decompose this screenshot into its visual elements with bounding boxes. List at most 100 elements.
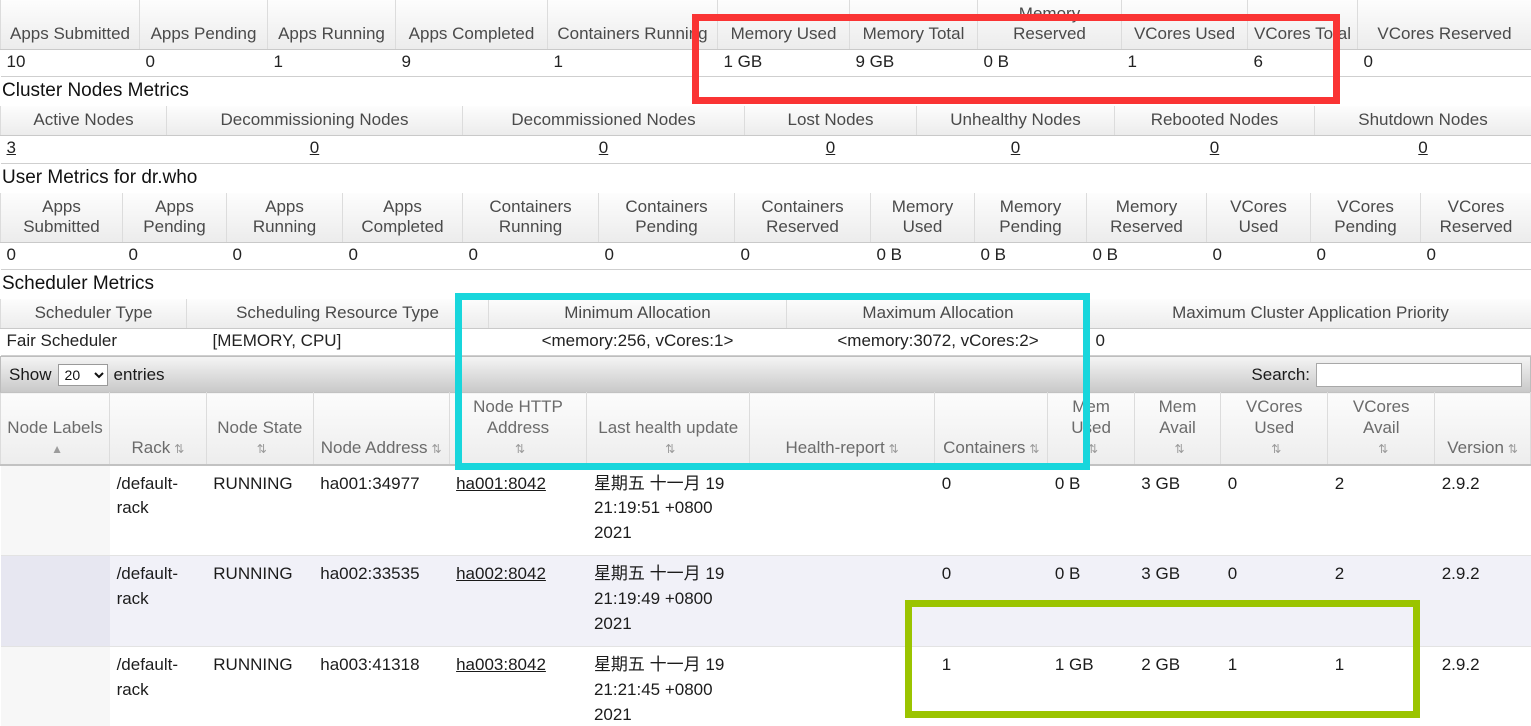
- col-apps-pending[interactable]: Apps Pending: [139, 0, 268, 51]
- col-user-memory-pending[interactable]: Memory Pending: [974, 192, 1087, 243]
- cell-vcores-used: 0: [1220, 555, 1328, 648]
- sort-asc-icon[interactable]: ▲: [51, 443, 63, 455]
- link-rebooted-nodes[interactable]: 0: [1210, 138, 1219, 157]
- col-shutdown-nodes[interactable]: Shutdown Nodes: [1314, 106, 1531, 137]
- col-maximum-allocation[interactable]: Maximum Allocation: [786, 298, 1090, 329]
- col-user-containers-running[interactable]: Containers Running: [462, 192, 599, 243]
- uval-vcores-reserved: 0: [1420, 242, 1531, 271]
- col-decommissioning-nodes[interactable]: Decommissioning Nodes: [166, 106, 463, 137]
- uval-vcores-pending: 0: [1310, 242, 1421, 271]
- col-rebooted-nodes[interactable]: Rebooted Nodes: [1114, 106, 1315, 137]
- col-decommissioned-nodes[interactable]: Decommissioned Nodes: [462, 106, 745, 137]
- entries-per-page-select[interactable]: 2050100: [57, 363, 108, 386]
- col-scheduler-type[interactable]: Scheduler Type: [0, 298, 187, 329]
- sort-both-icon[interactable]: ⇅: [1378, 443, 1388, 455]
- sort-both-icon[interactable]: ⇅: [1271, 443, 1281, 455]
- col-memory-reserved[interactable]: Memory Reserved: [977, 0, 1122, 51]
- col-containers-running[interactable]: Containers Running: [547, 0, 718, 51]
- col-user-vcores-used[interactable]: VCores Used: [1206, 192, 1311, 243]
- sort-both-icon[interactable]: ⇅: [1029, 443, 1039, 455]
- link-active-nodes[interactable]: 3: [7, 138, 16, 157]
- col-apps-completed[interactable]: Apps Completed: [395, 0, 548, 51]
- link-unhealthy-nodes[interactable]: 0: [1011, 138, 1020, 157]
- cell-health-report: [749, 555, 935, 648]
- col-node-address[interactable]: Node Address ⇅: [312, 392, 450, 466]
- col-user-containers-pending[interactable]: Containers Pending: [598, 192, 735, 243]
- val-apps-pending: 0: [139, 49, 268, 78]
- col-node-labels[interactable]: Node Labels ▲: [0, 392, 111, 466]
- node-http-link[interactable]: ha002:8042: [456, 564, 546, 583]
- sort-both-icon[interactable]: ⇅: [1088, 443, 1098, 455]
- col-node-http-address[interactable]: Node HTTP Address ⇅: [448, 392, 588, 466]
- col-user-vcores-pending[interactable]: VCores Pending: [1310, 192, 1421, 243]
- col-mem-used[interactable]: Mem Used ⇅: [1047, 392, 1135, 466]
- col-user-vcores-reserved[interactable]: VCores Reserved: [1420, 192, 1531, 243]
- col-user-containers-reserved[interactable]: Containers Reserved: [734, 192, 871, 243]
- col-vcores-total[interactable]: VCores Total: [1247, 0, 1358, 51]
- val-apps-completed: 9: [395, 49, 548, 78]
- col-apps-running[interactable]: Apps Running: [267, 0, 396, 51]
- cell-containers: 0: [934, 555, 1048, 648]
- cell-mem-avail: 3 GB: [1134, 555, 1221, 648]
- col-unhealthy-nodes[interactable]: Unhealthy Nodes: [916, 106, 1115, 137]
- sort-both-icon[interactable]: ⇅: [889, 443, 899, 455]
- col-node-state[interactable]: Node State ⇅: [205, 392, 314, 466]
- col-version[interactable]: Version ⇅: [1434, 392, 1531, 466]
- col-user-memory-reserved[interactable]: Memory Reserved: [1086, 192, 1207, 243]
- uval-memory-used: 0 B: [870, 242, 975, 271]
- val-vcores-reserved: 0: [1357, 49, 1531, 78]
- cell-node-labels: [0, 646, 110, 726]
- val-containers-running: 1: [547, 49, 718, 78]
- node-http-link[interactable]: ha003:8042: [456, 655, 546, 674]
- table-row[interactable]: /default-rack RUNNING ha001:34977 ha001:…: [0, 464, 1531, 557]
- col-user-memory-used[interactable]: Memory Used: [870, 192, 975, 243]
- uval-apps-pending: 0: [122, 242, 227, 271]
- cell-node-address: ha002:33535: [313, 555, 450, 648]
- col-memory-total[interactable]: Memory Total: [849, 0, 978, 51]
- col-health-report-label: Health-report: [785, 438, 885, 458]
- entries-label: entries: [113, 364, 165, 384]
- table-row[interactable]: /default-rack RUNNING ha002:33535 ha002:…: [0, 555, 1531, 648]
- col-user-apps-running[interactable]: Apps Running: [226, 192, 343, 243]
- table-row[interactable]: /default-rack RUNNING ha003:41318 ha003:…: [0, 646, 1531, 726]
- sort-both-icon[interactable]: ⇅: [432, 443, 442, 455]
- col-scheduling-resource-type[interactable]: Scheduling Resource Type: [186, 298, 489, 329]
- col-minimum-allocation[interactable]: Minimum Allocation: [488, 298, 787, 329]
- col-rack[interactable]: Rack ⇅: [109, 392, 207, 466]
- col-memory-used[interactable]: Memory Used: [717, 0, 850, 51]
- col-user-apps-pending[interactable]: Apps Pending: [122, 192, 227, 243]
- col-vcores-avail-node[interactable]: VCores Avail ⇅: [1327, 392, 1436, 466]
- cluster-metrics-value-row: 10 0 1 9 1 1 GB 9 GB 0 B 1 6 0: [0, 49, 1531, 78]
- sort-both-icon[interactable]: ⇅: [257, 443, 267, 455]
- sort-both-icon[interactable]: ⇅: [1174, 443, 1184, 455]
- col-lost-nodes[interactable]: Lost Nodes: [744, 106, 917, 137]
- search-input[interactable]: [1316, 362, 1522, 387]
- nodes-table-body: /default-rack RUNNING ha001:34977 ha001:…: [0, 464, 1531, 726]
- col-maximum-cluster-application-priority[interactable]: Maximum Cluster Application Priority: [1089, 298, 1531, 329]
- col-apps-submitted[interactable]: Apps Submitted: [0, 0, 140, 51]
- sort-both-icon[interactable]: ⇅: [665, 443, 675, 455]
- sort-both-icon[interactable]: ⇅: [515, 443, 525, 455]
- col-last-health-update[interactable]: Last health update ⇅: [586, 392, 750, 466]
- col-active-nodes[interactable]: Active Nodes: [0, 106, 167, 137]
- col-mem-avail[interactable]: Mem Avail ⇅: [1133, 392, 1222, 466]
- link-lost-nodes[interactable]: 0: [826, 138, 835, 157]
- col-node-http-address-label: Node HTTP Address: [473, 397, 563, 437]
- link-decommissioning-nodes[interactable]: 0: [310, 138, 319, 157]
- col-vcores-used-label: VCores Used: [1245, 397, 1303, 437]
- col-vcores-used-node[interactable]: VCores Used ⇅: [1220, 392, 1329, 466]
- sort-both-icon[interactable]: ⇅: [174, 443, 184, 455]
- col-containers[interactable]: Containers ⇅: [934, 392, 1049, 466]
- link-shutdown-nodes[interactable]: 0: [1418, 138, 1427, 157]
- col-user-apps-submitted[interactable]: Apps Submitted: [0, 192, 123, 243]
- col-health-report[interactable]: Health-report ⇅: [748, 392, 936, 466]
- cluster-nodes-metrics-table: Active Nodes Decommissioning Nodes Decom…: [0, 106, 1531, 164]
- col-vcores-reserved[interactable]: VCores Reserved: [1357, 0, 1531, 51]
- nodes-table: Node Labels▲ Rack ⇅ Node State⇅ Node Addr…: [0, 392, 1531, 726]
- cell-vcores-avail: 2: [1327, 555, 1435, 648]
- node-http-link[interactable]: ha001:8042: [456, 474, 546, 493]
- col-user-apps-completed[interactable]: Apps Completed: [342, 192, 463, 243]
- col-vcores-used[interactable]: VCores Used: [1121, 0, 1248, 51]
- sort-both-icon[interactable]: ⇅: [1508, 443, 1518, 455]
- link-decommissioned-nodes[interactable]: 0: [599, 138, 608, 157]
